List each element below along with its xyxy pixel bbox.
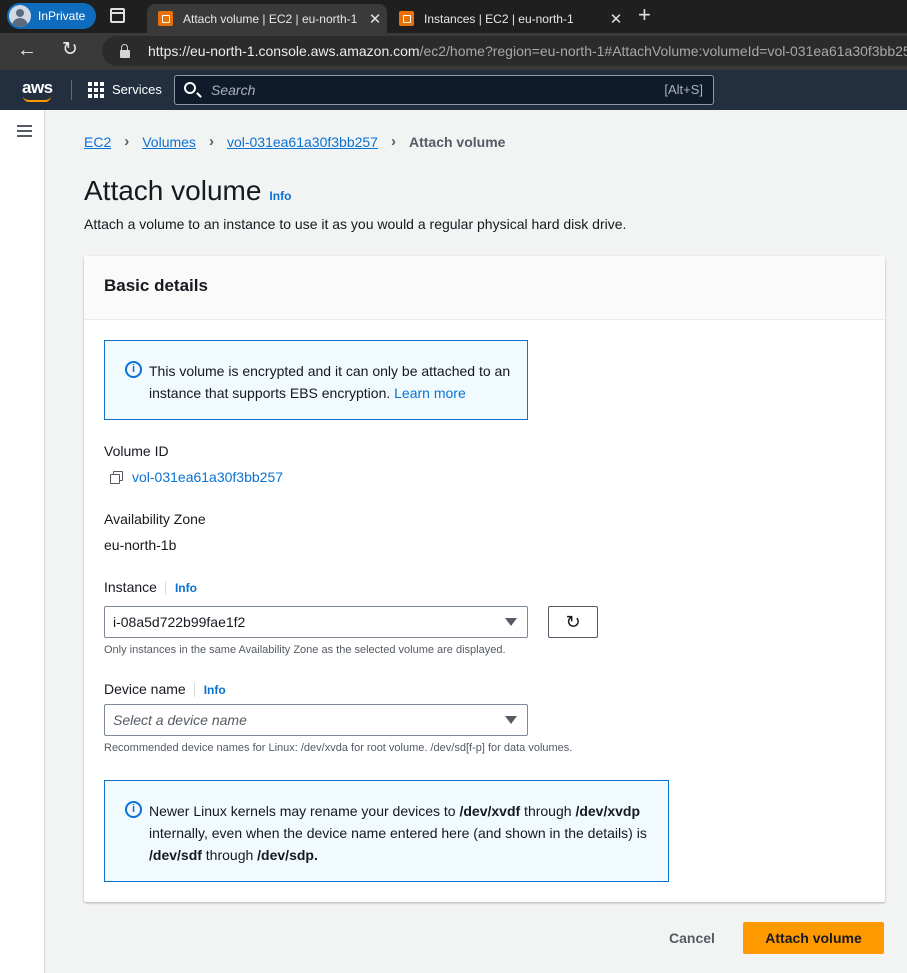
nav-divider bbox=[71, 80, 72, 100]
side-nav bbox=[0, 110, 45, 973]
url-field[interactable]: https://eu-north-1.console.aws.amazon.co… bbox=[102, 36, 907, 66]
aws-search-box[interactable]: [Alt+S] bbox=[174, 75, 714, 105]
instance-info-link[interactable]: Info bbox=[164, 581, 197, 595]
caret-down-icon bbox=[505, 716, 517, 724]
panel-title: Basic details bbox=[104, 276, 208, 295]
volume-id-label: Volume ID bbox=[104, 443, 169, 459]
availability-zone-label: Availability Zone bbox=[104, 511, 206, 527]
browser-address-bar: ← ↻ https://eu-north-1.console.aws.amazo… bbox=[0, 33, 907, 70]
info-circle-icon: i bbox=[125, 361, 142, 378]
reload-icon[interactable]: ↻ bbox=[62, 38, 78, 61]
title-info-link[interactable]: Info bbox=[269, 189, 291, 203]
search-input[interactable] bbox=[211, 80, 611, 100]
encryption-info-alert: i This volume is encrypted and it can on… bbox=[104, 340, 528, 420]
breadcrumb-current: Attach volume bbox=[408, 133, 506, 150]
lock-icon bbox=[120, 44, 130, 58]
panel-header: Basic details bbox=[84, 256, 885, 320]
page-description: Attach a volume to an instance to use it… bbox=[84, 216, 627, 232]
search-icon bbox=[184, 82, 196, 94]
new-tab-icon[interactable]: + bbox=[638, 2, 651, 28]
chevron-right-icon: › bbox=[390, 133, 396, 150]
info-circle-icon: i bbox=[125, 801, 142, 818]
tab-title: Attach volume | EC2 | eu-north-1 bbox=[183, 11, 358, 26]
refresh-instances-button[interactable]: ↻ bbox=[548, 606, 598, 638]
volume-id-link[interactable]: vol-031ea61a30f3bb257 bbox=[132, 469, 283, 485]
availability-zone-value: eu-north-1b bbox=[104, 537, 177, 553]
tab-actions-icon[interactable] bbox=[110, 8, 125, 23]
page-title: Attach volume bbox=[84, 175, 262, 206]
basic-details-panel: Basic details i This volume is encrypted… bbox=[84, 256, 885, 902]
device-name-hint: Recommended device names for Linux: /dev… bbox=[104, 742, 573, 754]
browser-tab-bar: InPrivate Attach volume | EC2 | eu-north… bbox=[0, 0, 907, 33]
search-shortcut-hint: [Alt+S] bbox=[664, 82, 703, 97]
inprivate-profile-button[interactable]: InPrivate bbox=[7, 3, 96, 29]
services-menu[interactable]: Services bbox=[112, 82, 162, 97]
back-arrow-icon[interactable]: ← bbox=[17, 39, 37, 62]
aws-top-nav: aws Services [Alt+S] bbox=[0, 70, 907, 110]
device-name-info-link[interactable]: Info bbox=[193, 683, 226, 697]
device-name-select[interactable]: Select a device name bbox=[104, 704, 528, 736]
close-tab-icon[interactable]: ✕ bbox=[604, 10, 628, 28]
breadcrumb-volume-id[interactable]: vol-031ea61a30f3bb257 bbox=[227, 134, 378, 150]
cancel-button[interactable]: Cancel bbox=[669, 930, 715, 946]
attach-volume-button[interactable]: Attach volume bbox=[743, 922, 884, 954]
aws-logo[interactable]: aws bbox=[22, 78, 53, 102]
breadcrumb: EC2 › Volumes › vol-031ea61a30f3bb257 › … bbox=[84, 133, 505, 150]
profile-avatar-icon bbox=[9, 5, 31, 27]
tab-attach-volume[interactable]: Attach volume | EC2 | eu-north-1 ✕ bbox=[147, 4, 387, 33]
kernel-rename-alert: i Newer Linux kernels may rename your de… bbox=[104, 780, 669, 882]
instance-hint: Only instances in the same Availability … bbox=[104, 644, 506, 656]
alert-text: This volume is encrypted and it can only… bbox=[149, 363, 511, 401]
chevron-right-icon: › bbox=[124, 133, 130, 150]
page-header: Attach volume Info bbox=[84, 175, 291, 207]
instance-select[interactable]: i-08a5d722b99fae1f2 bbox=[104, 606, 528, 638]
close-tab-icon[interactable]: ✕ bbox=[363, 10, 387, 28]
learn-more-link[interactable]: Learn more bbox=[394, 385, 466, 401]
url-text: https://eu-north-1.console.aws.amazon.co… bbox=[148, 43, 907, 59]
tab-instances[interactable]: Instances | EC2 | eu-north-1 ✕ bbox=[388, 4, 628, 33]
services-grid-icon[interactable] bbox=[88, 82, 104, 98]
ec2-favicon-icon bbox=[399, 11, 414, 26]
instance-selected-value: i-08a5d722b99fae1f2 bbox=[113, 614, 246, 630]
tab-title: Instances | EC2 | eu-north-1 bbox=[424, 11, 574, 26]
caret-down-icon bbox=[505, 618, 517, 626]
breadcrumb-ec2[interactable]: EC2 bbox=[84, 134, 111, 150]
menu-hamburger-icon[interactable] bbox=[17, 125, 32, 137]
device-name-placeholder: Select a device name bbox=[113, 712, 247, 728]
aws-smile-icon bbox=[23, 96, 51, 102]
refresh-icon: ↻ bbox=[565, 612, 581, 632]
device-name-label: Device name Info bbox=[104, 681, 226, 697]
instance-label: Instance Info bbox=[104, 579, 197, 595]
chevron-right-icon: › bbox=[208, 133, 214, 150]
inprivate-label: InPrivate bbox=[38, 9, 86, 23]
alert-text: Newer Linux kernels may rename your devi… bbox=[149, 803, 647, 863]
copy-icon[interactable] bbox=[110, 471, 123, 484]
ec2-favicon-icon bbox=[158, 11, 173, 26]
breadcrumb-volumes[interactable]: Volumes bbox=[142, 134, 196, 150]
